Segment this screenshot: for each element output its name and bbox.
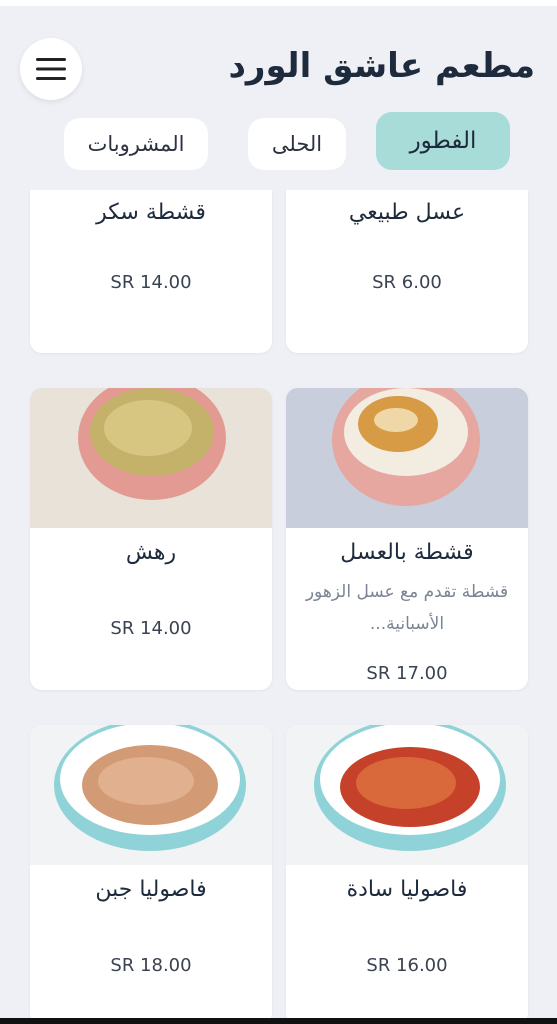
item-price: SR 18.00 <box>110 955 192 976</box>
item-description: قشطة تقدم مع عسل الزهور الأسبانية... <box>305 582 509 634</box>
page-title: مطعم عاشق الورد <box>228 46 535 86</box>
tab-drinks[interactable]: المشروبات <box>64 118 208 170</box>
item-price: SR 17.00 <box>366 663 448 684</box>
item-name: فاصوليا جبن <box>95 877 207 902</box>
menu-grid: عسل طبيعي SR 6.00 قشطة سكر SR 14.00 قشطة… <box>0 190 557 1024</box>
item-name: عسل طبيعي <box>348 200 466 225</box>
tab-desserts[interactable]: الحلى <box>248 118 346 170</box>
menu-item-card[interactable]: فاصوليا جبن SR 18.00 <box>30 725 272 1024</box>
item-price: SR 14.00 <box>110 618 192 639</box>
item-image <box>286 388 528 528</box>
item-name: قشطة سكر <box>96 200 206 225</box>
item-name: فاصوليا سادة <box>346 877 468 902</box>
item-name: قشطة بالعسل <box>340 540 474 565</box>
tab-breakfast[interactable]: الفطور <box>376 112 510 170</box>
item-image <box>30 725 272 865</box>
menu-item-card[interactable]: قشطة بالعسل قشطة تقدم مع عسل الزهور الأس… <box>286 388 528 690</box>
menu-item-card[interactable]: قشطة سكر SR 14.00 <box>30 190 272 353</box>
menu-button[interactable] <box>20 38 82 100</box>
bottom-edge <box>0 1018 557 1024</box>
item-image <box>286 725 528 865</box>
item-image <box>30 388 272 528</box>
hamburger-menu-icon <box>36 58 66 80</box>
item-price: SR 14.00 <box>110 272 192 293</box>
item-price: SR 16.00 <box>366 955 448 976</box>
menu-item-card[interactable]: فاصوليا سادة SR 16.00 <box>286 725 528 1024</box>
item-price: SR 6.00 <box>372 272 442 293</box>
menu-item-card[interactable]: رهش SR 14.00 <box>30 388 272 690</box>
app-header: مطعم عاشق الورد <box>0 6 557 106</box>
category-tabs: الفطور الحلى المشروبات <box>0 112 557 174</box>
menu-item-card[interactable]: عسل طبيعي SR 6.00 <box>286 190 528 353</box>
item-name: رهش <box>125 540 177 565</box>
